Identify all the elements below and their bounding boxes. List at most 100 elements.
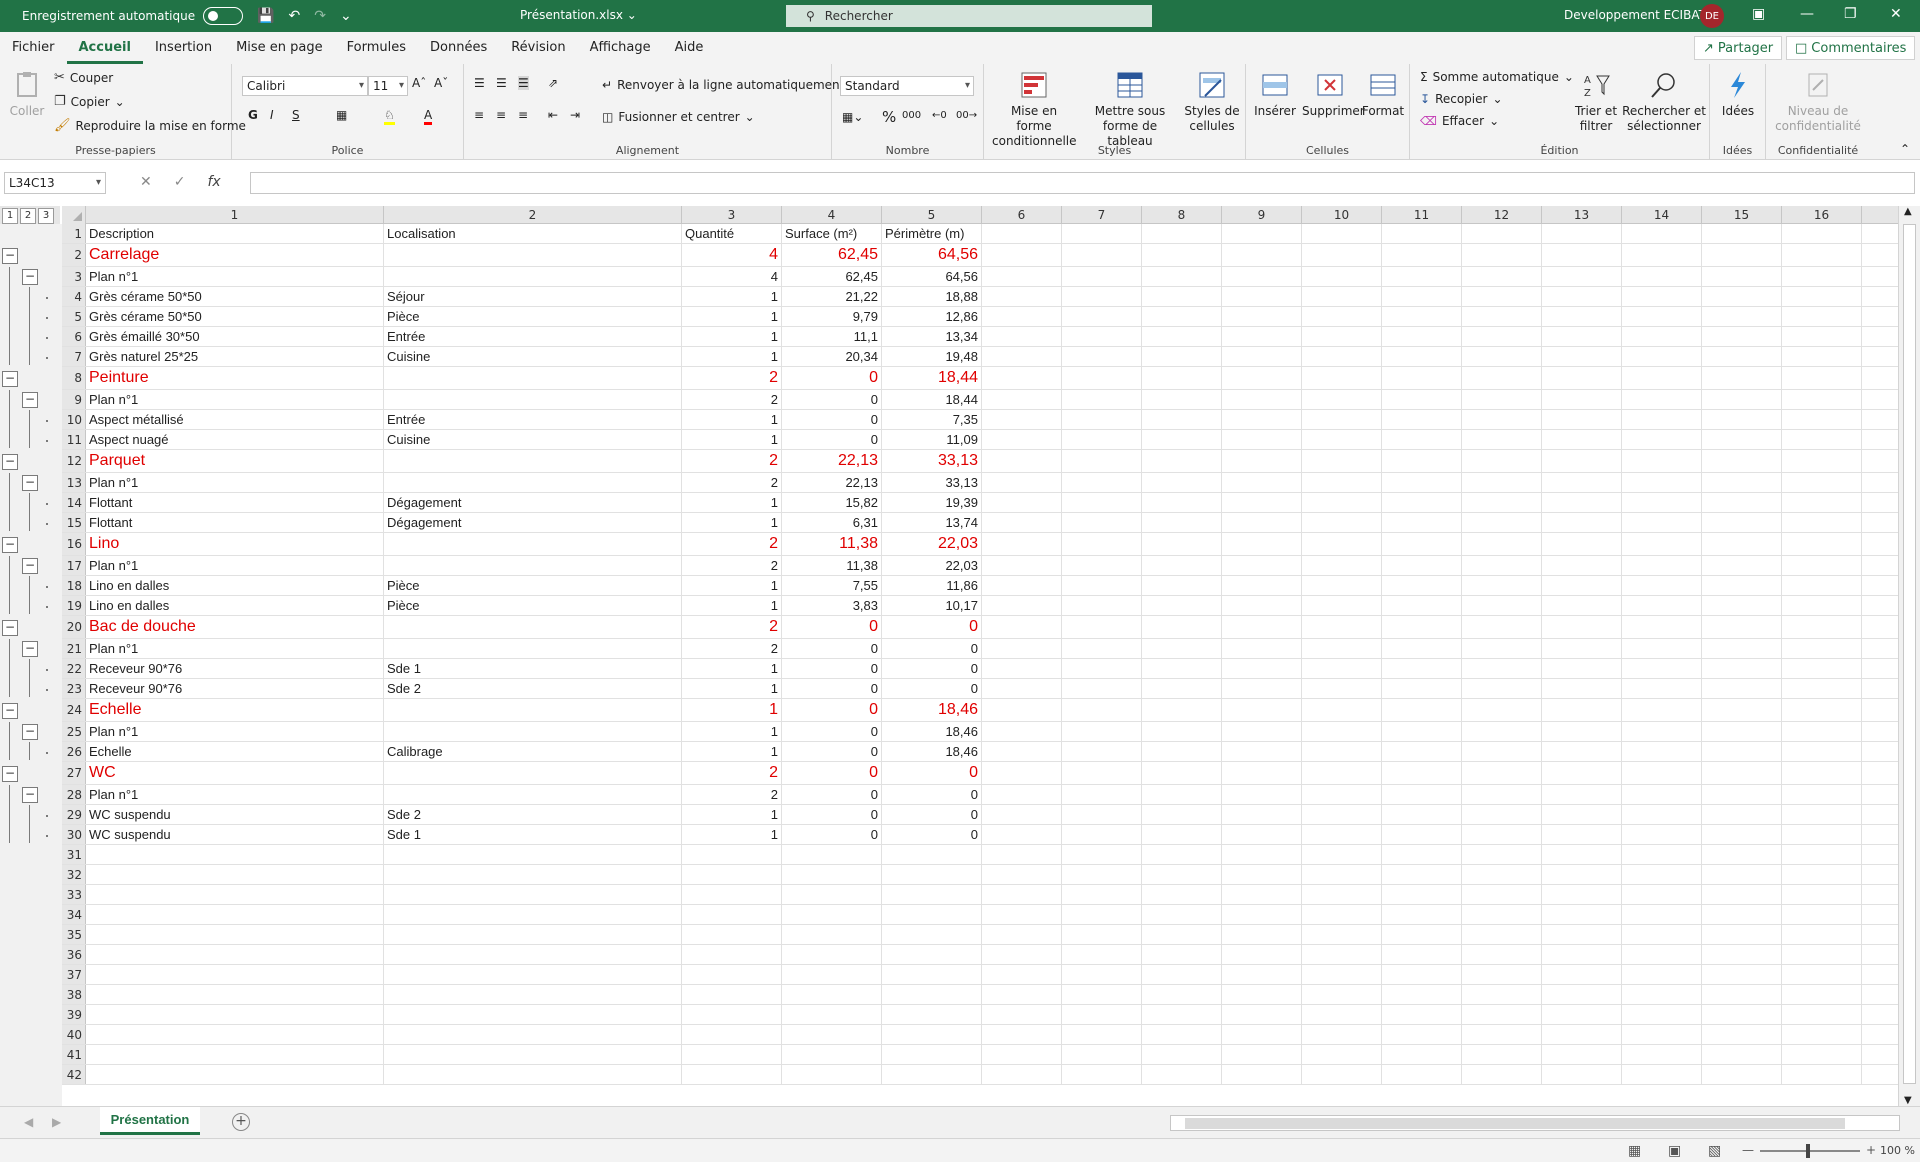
grid-cell[interactable]: [1142, 1025, 1222, 1044]
grid-cell[interactable]: [1542, 845, 1622, 864]
grid-cell[interactable]: [1142, 1005, 1222, 1024]
grid-cell[interactable]: 0: [782, 639, 882, 658]
grid-cell[interactable]: [1782, 1045, 1862, 1064]
grid-cell[interactable]: [1622, 430, 1702, 449]
grid-cell[interactable]: [1542, 596, 1622, 615]
row-header[interactable]: 28: [62, 785, 86, 804]
grid-cell[interactable]: [1462, 596, 1542, 615]
grid-cell[interactable]: [1222, 845, 1302, 864]
borders-button[interactable]: ▦: [336, 108, 347, 122]
grid-cell[interactable]: [1142, 244, 1222, 266]
grid-cell[interactable]: Carrelage: [86, 244, 384, 266]
collapse-group-button[interactable]: −: [2, 247, 18, 264]
grid-cell[interactable]: [1782, 742, 1862, 761]
grid-cell[interactable]: [384, 267, 682, 286]
grid-cell[interactable]: [1462, 224, 1542, 243]
grid-cell[interactable]: [1302, 699, 1382, 721]
collapse-group-button[interactable]: −: [2, 619, 18, 636]
sort-filter-button[interactable]: AZ Trier et filtrer: [1572, 70, 1620, 134]
grid-cell[interactable]: [1142, 639, 1222, 658]
grid-cell[interactable]: 2: [682, 762, 782, 784]
grid-cell[interactable]: [384, 244, 682, 266]
grid-cell[interactable]: [1222, 533, 1302, 555]
grid-cell[interactable]: [1062, 805, 1142, 824]
grid-cell[interactable]: [982, 825, 1062, 844]
grid-cell[interactable]: [1142, 430, 1222, 449]
grid-cell[interactable]: [1382, 513, 1462, 532]
grid-cell[interactable]: [1062, 1005, 1142, 1024]
grid-cell[interactable]: 11,09: [882, 430, 982, 449]
next-sheet-icon[interactable]: ▶: [52, 1115, 61, 1129]
grid-cell[interactable]: [1142, 576, 1222, 595]
row-header[interactable]: 32: [62, 865, 86, 884]
grid-cell[interactable]: [1622, 556, 1702, 575]
grid-cell[interactable]: [1062, 965, 1142, 984]
grid-cell[interactable]: [1622, 659, 1702, 678]
grid-cell[interactable]: [1062, 390, 1142, 409]
grid-cell[interactable]: [1302, 865, 1382, 884]
grid-cell[interactable]: [1622, 845, 1702, 864]
row-header[interactable]: 33: [62, 885, 86, 904]
grid-cell[interactable]: 18,44: [882, 367, 982, 389]
grid-cell[interactable]: [682, 885, 782, 904]
grid-cell[interactable]: [1622, 473, 1702, 492]
zoom-out-icon[interactable]: —: [1742, 1143, 1754, 1157]
number-format-select[interactable]: Standard: [840, 76, 974, 96]
grid-cell[interactable]: 1: [682, 742, 782, 761]
tab-insertion[interactable]: Insertion: [143, 32, 224, 64]
grid-cell[interactable]: [384, 1025, 682, 1044]
grid-cell[interactable]: [1062, 925, 1142, 944]
grid-cell[interactable]: [782, 1025, 882, 1044]
column-header[interactable]: 8: [1142, 206, 1222, 224]
grid-cell[interactable]: [1782, 513, 1862, 532]
grid-cell[interactable]: [1302, 742, 1382, 761]
grid-cell[interactable]: [1702, 679, 1782, 698]
vertical-scrollbar[interactable]: ▲ ▼: [1898, 206, 1920, 1106]
grid-cell[interactable]: [1622, 513, 1702, 532]
row-header[interactable]: 5: [62, 307, 86, 326]
grid-cell[interactable]: [1622, 450, 1702, 472]
grid-cell[interactable]: [1542, 267, 1622, 286]
grid-cell[interactable]: [1142, 596, 1222, 615]
grid-cell[interactable]: [384, 845, 682, 864]
grid-cell[interactable]: [1062, 267, 1142, 286]
grid-cell[interactable]: [1142, 742, 1222, 761]
grid-cell[interactable]: 1: [682, 430, 782, 449]
grid-cell[interactable]: Aspect métallisé: [86, 410, 384, 429]
grid-cell[interactable]: [1702, 244, 1782, 266]
row-header[interactable]: 12: [62, 450, 86, 472]
align-right-button[interactable]: ≡: [518, 108, 528, 122]
grid-cell[interactable]: [982, 1045, 1062, 1064]
grid-cell[interactable]: [1222, 639, 1302, 658]
grid-cell[interactable]: [1382, 493, 1462, 512]
grid-cell[interactable]: [1622, 722, 1702, 741]
grid-cell[interactable]: [86, 985, 384, 1004]
grid-cell[interactable]: [1702, 1005, 1782, 1024]
grid-cell[interactable]: [982, 722, 1062, 741]
delete-button[interactable]: Supprimer: [1302, 70, 1365, 119]
column-header[interactable]: 12: [1462, 206, 1542, 224]
grid-cell[interactable]: [1782, 287, 1862, 306]
grid-cell[interactable]: WC: [86, 762, 384, 784]
grid-cell[interactable]: [384, 616, 682, 638]
grid-cell[interactable]: 11,38: [782, 533, 882, 555]
grid-cell[interactable]: 1: [682, 805, 782, 824]
grid-cell[interactable]: [1542, 945, 1622, 964]
grid-cell[interactable]: [1302, 450, 1382, 472]
grid-cell[interactable]: [1782, 307, 1862, 326]
thousands-button[interactable]: 000: [902, 110, 921, 121]
grid-cell[interactable]: [1542, 965, 1622, 984]
grid-cell[interactable]: 18,46: [882, 699, 982, 721]
grid-cell[interactable]: [1702, 473, 1782, 492]
grid-cell[interactable]: [1702, 805, 1782, 824]
grid-cell[interactable]: [1302, 679, 1382, 698]
grid-cell[interactable]: [882, 885, 982, 904]
grid-cell[interactable]: [1222, 945, 1302, 964]
column-header[interactable]: 6: [982, 206, 1062, 224]
grid-cell[interactable]: [1382, 679, 1462, 698]
grid-cell[interactable]: 15,82: [782, 493, 882, 512]
grid-cell[interactable]: 0: [882, 616, 982, 638]
grid-cell[interactable]: [1382, 244, 1462, 266]
grid-cell[interactable]: [384, 390, 682, 409]
grid-cell[interactable]: [1542, 533, 1622, 555]
